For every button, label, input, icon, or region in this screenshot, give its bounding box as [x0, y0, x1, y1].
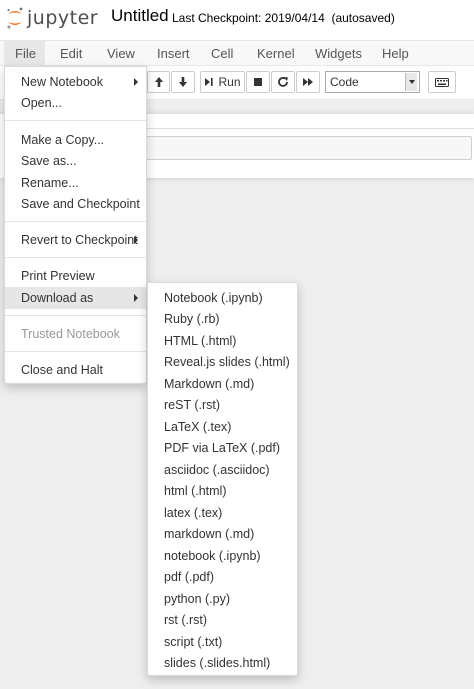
download-item-rst[interactable]: rst (.rst) — [148, 610, 297, 630]
menu-item-label: Download as — [21, 291, 94, 305]
chevron-right-icon — [134, 236, 138, 244]
restart-run-all-button[interactable] — [296, 71, 320, 93]
menu-item-print-preview[interactable]: Print Preview — [5, 266, 146, 286]
run-label: Run — [218, 75, 241, 89]
header: jupyter Untitled Last Checkpoint: 2019/0… — [0, 0, 474, 40]
download-item-latex-lower[interactable]: latex (.tex) — [148, 503, 297, 523]
menu-cell[interactable]: Cell — [205, 41, 239, 66]
menu-view[interactable]: View — [101, 41, 141, 66]
code-cell-input[interactable] — [146, 136, 472, 160]
menu-item-make-copy[interactable]: Make a Copy... — [5, 130, 146, 150]
menu-item-rename[interactable]: Rename... — [5, 173, 146, 193]
checkpoint-status: Last Checkpoint: 2019/04/14 (autosaved) — [172, 11, 395, 25]
menu-divider — [5, 257, 146, 258]
menu-item-download-as[interactable]: Download as — [5, 287, 146, 309]
arrow-down-icon — [179, 77, 187, 87]
logo-wordmark: jupyter — [27, 7, 99, 29]
chevron-right-icon — [134, 294, 138, 302]
menu-item-new-notebook[interactable]: New Notebook — [5, 72, 146, 92]
menu-help[interactable]: Help — [376, 41, 415, 66]
cell-type-value: Code — [330, 75, 359, 89]
menu-edit[interactable]: Edit — [54, 41, 88, 66]
menu-insert[interactable]: Insert — [151, 41, 196, 66]
cell-separator — [146, 128, 474, 129]
menu-item-revert-checkpoint[interactable]: Revert to Checkpoint — [5, 230, 146, 250]
download-item-notebook-ipynb[interactable]: Notebook (.ipynb) — [148, 288, 297, 308]
download-item-latex[interactable]: LaTeX (.tex) — [148, 417, 297, 437]
stop-icon — [254, 78, 262, 86]
download-item-revealjs[interactable]: Reveal.js slides (.html) — [148, 352, 297, 372]
menu-item-open[interactable]: Open... — [5, 93, 146, 113]
menu-item-label: New Notebook — [21, 75, 103, 89]
move-down-button[interactable] — [171, 71, 195, 93]
file-menu: New Notebook Open... Make a Copy... Save… — [4, 66, 147, 384]
menu-item-close-halt[interactable]: Close and Halt — [5, 360, 146, 380]
jupyter-logo-icon — [7, 7, 23, 29]
run-button[interactable]: Run — [200, 71, 245, 93]
download-item-html[interactable]: HTML (.html) — [148, 331, 297, 351]
chevron-down-icon — [405, 73, 417, 91]
download-item-pdf[interactable]: pdf (.pdf) — [148, 567, 297, 587]
menubar: File Edit View Insert Cell Kernel Widget… — [0, 40, 474, 66]
menu-divider — [5, 221, 146, 222]
download-item-python[interactable]: python (.py) — [148, 589, 297, 609]
download-item-asciidoc[interactable]: asciidoc (.asciidoc) — [148, 460, 297, 480]
download-item-markdown[interactable]: Markdown (.md) — [148, 374, 297, 394]
step-forward-icon — [205, 78, 214, 86]
download-as-submenu: Notebook (.ipynb) Ruby (.rb) HTML (.html… — [147, 282, 298, 676]
cell-type-select[interactable]: Code — [325, 71, 420, 93]
download-item-pdf-latex[interactable]: PDF via LaTeX (.pdf) — [148, 438, 297, 458]
move-up-button[interactable] — [147, 71, 170, 93]
menu-item-save-as[interactable]: Save as... — [5, 151, 146, 171]
menu-divider — [5, 315, 146, 316]
autosave-text: (autosaved) — [331, 11, 395, 25]
download-item-markdown-lower[interactable]: markdown (.md) — [148, 524, 297, 544]
download-item-slides[interactable]: slides (.slides.html) — [148, 653, 297, 673]
restart-button[interactable] — [271, 71, 295, 93]
menu-item-label: Revert to Checkpoint — [21, 233, 138, 247]
chevron-right-icon — [134, 78, 138, 86]
download-item-html-lower[interactable]: html (.html) — [148, 481, 297, 501]
download-item-rest[interactable]: reST (.rst) — [148, 395, 297, 415]
checkpoint-text: Last Checkpoint: 2019/04/14 — [172, 11, 325, 25]
download-item-ruby[interactable]: Ruby (.rb) — [148, 309, 297, 329]
notebook-name[interactable]: Untitled — [111, 6, 169, 26]
menu-item-trusted-notebook: Trusted Notebook — [21, 327, 120, 341]
refresh-icon — [278, 77, 288, 87]
menu-divider — [5, 351, 146, 352]
fast-forward-icon — [303, 78, 313, 86]
menu-widgets[interactable]: Widgets — [309, 41, 368, 66]
menu-divider — [5, 120, 146, 121]
menu-file[interactable]: File — [4, 41, 45, 66]
menu-item-save-checkpoint[interactable]: Save and Checkpoint — [5, 194, 146, 214]
interrupt-button[interactable] — [246, 71, 270, 93]
menu-kernel[interactable]: Kernel — [251, 41, 301, 66]
keyboard-icon — [435, 77, 449, 87]
download-item-notebook-lower[interactable]: notebook (.ipynb) — [148, 546, 297, 566]
download-item-script[interactable]: script (.txt) — [148, 632, 297, 652]
jupyter-logo[interactable]: jupyter — [6, 5, 98, 31]
arrow-up-icon — [154, 77, 163, 87]
command-palette-button[interactable] — [428, 71, 456, 93]
